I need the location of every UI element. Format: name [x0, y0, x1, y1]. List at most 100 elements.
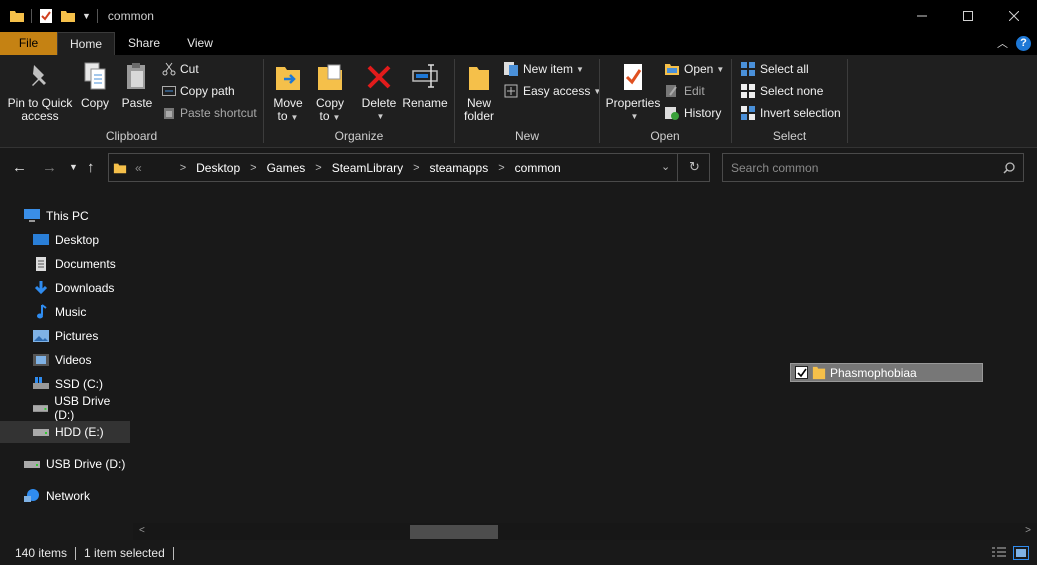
- checkmark-icon: [796, 368, 807, 377]
- sidebar-item-desktop[interactable]: Desktop: [0, 229, 130, 251]
- tab-home[interactable]: Home: [57, 32, 115, 55]
- item-checkbox[interactable]: [795, 366, 808, 379]
- back-arrow-icon[interactable]: ←: [12, 159, 27, 176]
- breadcrumb-chevron-icon[interactable]: >: [413, 162, 419, 174]
- navigation-bar: ← → ▼ ↑ « > Desktop > Games > SteamLibra…: [0, 149, 1037, 186]
- sidebar-item-downloads[interactable]: Downloads: [0, 277, 130, 299]
- quick-access-toolbar: ▼ common: [0, 0, 154, 32]
- select-none-button[interactable]: Select none: [740, 81, 823, 101]
- sidebar-item-usb-drive-d[interactable]: USB Drive (D:): [0, 394, 130, 422]
- breadcrumb-common[interactable]: common: [515, 161, 561, 175]
- sidebar-item-network[interactable]: Network: [0, 485, 130, 507]
- sidebar-item-this-pc[interactable]: This PC: [0, 205, 130, 227]
- large-icons-view-icon[interactable]: [1013, 546, 1029, 560]
- breadcrumb-chevron-icon[interactable]: >: [315, 162, 321, 174]
- breadcrumb-steamlibrary[interactable]: SteamLibrary: [332, 161, 403, 175]
- copy-to-icon: [318, 64, 342, 90]
- up-arrow-icon[interactable]: ↑: [87, 159, 95, 176]
- scrollbar-thumb[interactable]: [410, 525, 498, 539]
- scissors-icon: [162, 62, 176, 76]
- dropdown-caret-icon: ▼: [290, 113, 299, 122]
- download-icon: [34, 281, 48, 295]
- group-label: Clipboard: [105, 129, 158, 143]
- tab-share[interactable]: Share: [119, 32, 169, 55]
- select-all-button[interactable]: Select all: [740, 59, 809, 79]
- history-icon: [665, 107, 679, 120]
- sidebar-item-documents[interactable]: Documents: [0, 253, 130, 275]
- dropdown-caret-icon: ▼: [576, 64, 584, 74]
- sidebar-item-music[interactable]: Music: [0, 301, 130, 323]
- address-bar[interactable]: « > Desktop > Games > SteamLibrary > ste…: [108, 153, 710, 182]
- breadcrumb-desktop[interactable]: Desktop: [196, 161, 240, 175]
- cut-button[interactable]: Cut: [162, 59, 199, 79]
- folder-icon[interactable]: [9, 8, 25, 24]
- desktop-icon: [33, 234, 49, 245]
- address-history-chevron-icon[interactable]: ⌄: [661, 160, 670, 173]
- drive-icon: [33, 405, 49, 412]
- group-label: New: [514, 129, 539, 143]
- list-item[interactable]: Phasmophobiaa: [790, 363, 983, 382]
- ribbon-tabs: File Home Share View ︿ ?: [0, 32, 1037, 55]
- folder-icon: [113, 163, 127, 173]
- search-icon[interactable]: [1003, 162, 1015, 174]
- copy-button[interactable]: Copy: [78, 61, 112, 110]
- paste-shortcut-icon: [164, 108, 174, 119]
- collapse-ribbon-icon[interactable]: ︿: [997, 35, 1008, 51]
- copy-path-button[interactable]: Copy path: [162, 81, 235, 101]
- pin-to-quick-access-button[interactable]: Pin to Quick access: [6, 61, 74, 123]
- select-all-icon: [741, 62, 755, 76]
- breadcrumb-chevron-icon[interactable]: >: [498, 162, 504, 174]
- breadcrumb-steamapps[interactable]: steamapps: [430, 161, 489, 175]
- copy-to-button[interactable]: Copy to ▼: [312, 61, 348, 124]
- new-folder-icon[interactable]: [60, 8, 76, 24]
- breadcrumb-chevron-icon[interactable]: >: [250, 162, 256, 174]
- move-to-button[interactable]: Move to ▼: [270, 61, 306, 124]
- help-icon[interactable]: ?: [1016, 35, 1031, 51]
- rename-button[interactable]: Rename: [402, 61, 448, 110]
- refresh-icon[interactable]: ↻: [689, 159, 700, 175]
- forward-arrow-icon[interactable]: →: [42, 159, 57, 176]
- paste-button[interactable]: Paste: [119, 61, 155, 110]
- recent-locations-chevron-icon[interactable]: ▼: [69, 162, 78, 172]
- new-item-button[interactable]: New item ▼: [503, 59, 584, 79]
- sidebar-item-videos[interactable]: Videos: [0, 349, 130, 371]
- new-folder-button[interactable]: New folder: [459, 61, 499, 123]
- window-controls: [899, 0, 1037, 32]
- breadcrumb-chevron-icon[interactable]: >: [180, 162, 186, 174]
- breadcrumb-games[interactable]: Games: [267, 161, 306, 175]
- delete-button[interactable]: Delete ▼: [359, 61, 399, 123]
- move-to-icon: [276, 67, 300, 90]
- edit-button[interactable]: Edit: [664, 81, 705, 101]
- invert-selection-button[interactable]: Invert selection: [740, 103, 841, 123]
- select-group: Select all Select none Invert selection …: [732, 55, 847, 147]
- maximize-button[interactable]: [945, 0, 991, 32]
- customize-toolbar-caret-icon[interactable]: ▼: [82, 11, 91, 21]
- properties-button[interactable]: Properties ▼: [604, 61, 662, 123]
- easy-access-button[interactable]: Easy access ▼: [503, 81, 601, 101]
- horizontal-scrollbar[interactable]: < >: [133, 523, 1037, 540]
- scroll-right-icon[interactable]: >: [1025, 525, 1031, 536]
- tab-file[interactable]: File: [0, 32, 57, 55]
- invert-selection-icon: [741, 106, 755, 120]
- sidebar-item-hdd-e[interactable]: HDD (E:): [0, 421, 130, 443]
- details-view-icon[interactable]: [991, 546, 1007, 560]
- minimize-button[interactable]: [899, 0, 945, 32]
- sidebar-item-pictures[interactable]: Pictures: [0, 325, 130, 347]
- paste-shortcut-button[interactable]: Paste shortcut: [162, 103, 257, 123]
- delete-icon: [367, 65, 391, 89]
- group-label: Open: [650, 129, 680, 143]
- select-none-icon: [741, 84, 755, 98]
- network-icon: [24, 489, 39, 502]
- search-input[interactable]: [723, 154, 993, 181]
- breadcrumb-overflow[interactable]: «: [135, 161, 142, 175]
- scroll-left-icon[interactable]: <: [139, 525, 145, 536]
- history-button[interactable]: History: [664, 103, 721, 123]
- sidebar-item-usb-drive-d-root[interactable]: USB Drive (D:): [0, 453, 130, 475]
- properties-icon: [624, 64, 642, 90]
- open-button[interactable]: Open ▼: [664, 59, 724, 79]
- sidebar-item-ssd-c[interactable]: SSD (C:): [0, 373, 130, 395]
- file-list[interactable]: Phasmophobiaa: [133, 186, 1037, 541]
- close-button[interactable]: [991, 0, 1037, 32]
- tab-view[interactable]: View: [175, 32, 225, 55]
- properties-check-icon[interactable]: [38, 8, 54, 24]
